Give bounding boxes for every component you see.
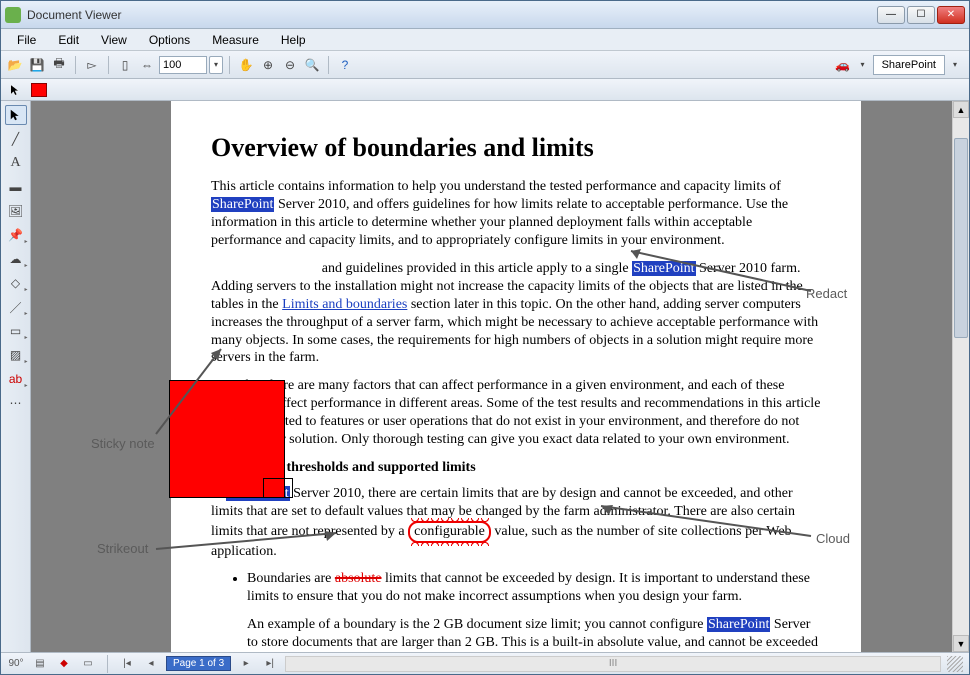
main-toolbar: 📂 💾 🖶 ▻ ▯ ⇔ ▾ ✋ ⊕ ⊖ 🔍 ? 🚗 ▾ SharePoint ▾ <box>1 51 969 79</box>
zoom-region-icon[interactable]: 🔍 <box>302 55 322 75</box>
print-icon[interactable]: 🖶 <box>49 55 69 75</box>
sp-dropdown-left[interactable]: ▾ <box>853 55 873 75</box>
cursor-icon[interactable] <box>9 83 23 97</box>
menu-view[interactable]: View <box>91 31 137 49</box>
menu-measure[interactable]: Measure <box>202 31 269 49</box>
resize-grip[interactable] <box>947 656 963 672</box>
redact-tool[interactable]: ▨▸ <box>5 345 27 365</box>
sb-icon-2[interactable]: ◆ <box>55 656 73 672</box>
doc-para-4: In SharePoint Server 2010, there are cer… <box>211 485 821 561</box>
redact-corner <box>263 478 293 498</box>
help-icon[interactable]: ? <box>335 55 355 75</box>
fit-width-icon[interactable]: ⇔ <box>137 55 157 75</box>
highlight-sharepoint-2: SharePoint <box>632 261 695 276</box>
pan-icon[interactable]: ✋ <box>236 55 256 75</box>
select-tool[interactable] <box>5 105 27 125</box>
strikeout-tool[interactable]: ab▸ <box>5 369 27 389</box>
zoom-input[interactable] <box>159 56 207 74</box>
color-swatch[interactable] <box>31 83 47 97</box>
pointer-icon[interactable]: ▻ <box>82 55 102 75</box>
page-prev-icon[interactable]: ◂ <box>142 656 160 672</box>
sb-icon-1[interactable]: ▤ <box>31 656 49 672</box>
window-title: Document Viewer <box>27 8 877 22</box>
strikeout-annotation[interactable]: absolute <box>335 571 382 586</box>
zoom-in-icon[interactable]: ⊕ <box>258 55 278 75</box>
link-limits[interactable]: Limits and boundaries <box>282 297 407 312</box>
rect-tool[interactable]: ▭▸ <box>5 321 27 341</box>
scroll-thumb[interactable] <box>954 138 968 338</box>
annotation-toolbar: ╱ A ▬ 🖼 📌▸ ☁▸ ◇▸ ／▸ ▭▸ ▨▸ ab▸ ⋯ <box>1 101 31 652</box>
scroll-down-icon[interactable]: ▼ <box>953 635 969 652</box>
scroll-track[interactable] <box>953 118 969 635</box>
menu-edit[interactable]: Edit <box>48 31 89 49</box>
maximize-button[interactable]: ☐ <box>907 6 935 24</box>
list-item: Boundaries are absolute limits that cann… <box>247 570 821 652</box>
sharepoint-label: SharePoint <box>882 59 936 71</box>
sp-dropdown-right[interactable]: ▾ <box>945 55 965 75</box>
menu-options[interactable]: Options <box>139 31 200 49</box>
save-icon[interactable]: 💾 <box>27 55 47 75</box>
sharepoint-button[interactable]: SharePoint <box>873 55 945 75</box>
list-item-example: An example of a boundary is the 2 GB doc… <box>247 616 821 652</box>
vertical-scrollbar[interactable]: ▲ ▼ <box>952 101 969 652</box>
label-strikeout: Strikeout <box>97 541 148 556</box>
minimize-button[interactable]: — <box>877 6 905 24</box>
line-tool[interactable]: ╱ <box>5 129 27 149</box>
image-tool[interactable]: 🖼 <box>5 201 27 221</box>
sb-icon-3[interactable]: ▭ <box>79 656 97 672</box>
doc-para-2: The capacity limitsThe capacity limits a… <box>211 260 821 367</box>
text-tool[interactable]: A <box>5 153 27 173</box>
doc-para-3: Note that there are many factors that ca… <box>211 377 821 449</box>
page-first-icon[interactable]: |◂ <box>118 656 136 672</box>
label-cloud: Cloud <box>816 531 850 546</box>
doc-subheading: Boundaries, thresholds and supported lim… <box>211 459 821 477</box>
more-tool[interactable]: ⋯ <box>5 393 27 413</box>
app-icon <box>5 7 21 23</box>
rotate-button[interactable]: 90° <box>7 656 25 672</box>
page-last-icon[interactable]: ▸| <box>261 656 279 672</box>
open-icon[interactable]: 📂 <box>5 55 25 75</box>
menu-file[interactable]: File <box>7 31 46 49</box>
page-icon[interactable]: ▯ <box>115 55 135 75</box>
color-toolbar <box>1 79 969 101</box>
menu-bar: File Edit View Options Measure Help <box>1 29 969 51</box>
app-window: Document Viewer — ☐ ✕ File Edit View Opt… <box>0 0 970 675</box>
status-bar: 90° ▤ ◆ ▭ |◂ ◂ Page 1 of 3 ▸ ▸| III <box>1 652 969 674</box>
highlight-sharepoint-4: SharePoint <box>707 617 770 632</box>
horizontal-scrollbar[interactable]: III <box>285 656 941 672</box>
zoom-dropdown[interactable]: ▾ <box>209 56 223 74</box>
draw-line-tool[interactable]: ／▸ <box>5 297 27 317</box>
car-icon[interactable]: 🚗 <box>833 55 853 75</box>
label-redact: Redact <box>806 286 847 301</box>
document-page: Overview of boundaries and limits This a… <box>171 101 861 652</box>
highlight-sharepoint-1: SharePoint <box>211 197 274 212</box>
highlight-tool[interactable]: ▬ <box>5 177 27 197</box>
page-next-icon[interactable]: ▸ <box>237 656 255 672</box>
label-sticky: Sticky note <box>91 436 155 451</box>
stamp-tool[interactable]: 📌▸ <box>5 225 27 245</box>
doc-para-1: This article contains information to hel… <box>211 178 821 250</box>
cloud-tool[interactable]: ☁▸ <box>5 249 27 269</box>
zoom-out-icon[interactable]: ⊖ <box>280 55 300 75</box>
shape-tool[interactable]: ◇▸ <box>5 273 27 293</box>
close-button[interactable]: ✕ <box>937 6 965 24</box>
scroll-up-icon[interactable]: ▲ <box>953 101 969 118</box>
doc-list: Boundaries are absolute limits that cann… <box>247 570 821 652</box>
document-viewer: Overview of boundaries and limits This a… <box>31 101 969 652</box>
doc-heading: Overview of boundaries and limits <box>211 131 821 164</box>
page-indicator[interactable]: Page 1 of 3 <box>166 656 231 671</box>
title-bar: Document Viewer — ☐ ✕ <box>1 1 969 29</box>
cloud-annotation[interactable]: configurable <box>408 521 491 543</box>
menu-help[interactable]: Help <box>271 31 316 49</box>
